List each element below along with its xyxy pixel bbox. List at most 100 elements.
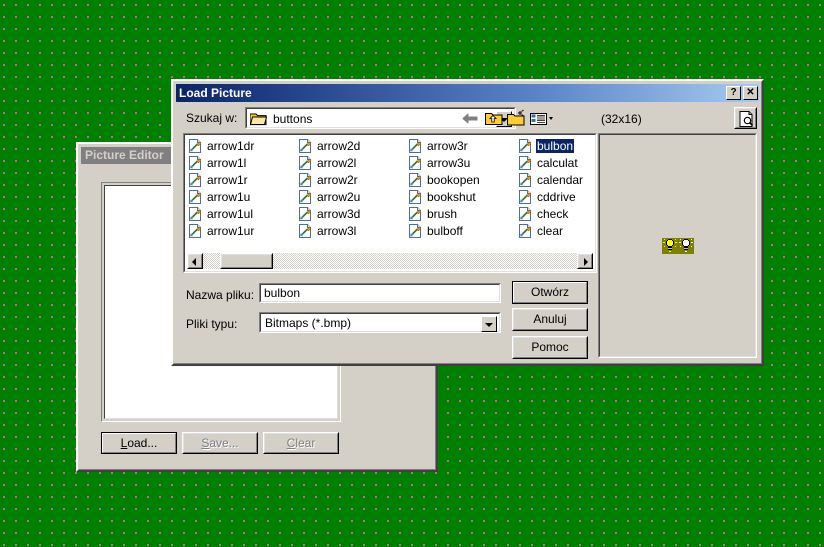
help-button[interactable]: Pomoc bbox=[512, 336, 588, 359]
file-name-label: arrow1l bbox=[207, 155, 247, 170]
file-list-item[interactable]: bookopen bbox=[407, 171, 517, 188]
bitmap-file-icon bbox=[189, 223, 202, 238]
file-list-item-selected[interactable]: bulbon bbox=[517, 137, 595, 154]
bitmap-file-icon bbox=[299, 138, 312, 153]
bitmap-file-icon bbox=[189, 155, 202, 170]
image-preview-pane bbox=[598, 133, 757, 358]
preview-document-icon[interactable] bbox=[734, 107, 757, 129]
load-button[interactable]: Load... bbox=[101, 432, 177, 454]
clear-button-label: Clear bbox=[286, 436, 316, 450]
scroll-left-icon[interactable] bbox=[187, 253, 203, 269]
bitmap-file-icon bbox=[519, 189, 532, 204]
bitmap-file-icon bbox=[299, 172, 312, 187]
dialog-frame: Load Picture ? ✕ Szukaj w: buttons (32x1… bbox=[173, 81, 762, 364]
filename-value: bulbon bbox=[264, 286, 301, 300]
file-list-item[interactable]: arrow3u bbox=[407, 154, 517, 171]
file-name-label: bulbon bbox=[536, 138, 575, 153]
close-icon[interactable]: ✕ bbox=[743, 86, 758, 100]
file-list[interactable]: arrow1dr arrow1l arrow1r arrow1u arrow1ul arr… bbox=[183, 133, 597, 273]
lookin-label: Szukaj w: bbox=[186, 111, 238, 125]
file-list-item[interactable]: brush bbox=[407, 205, 517, 222]
file-name-label: arrow2u bbox=[317, 189, 361, 204]
file-list-item[interactable]: arrow1u bbox=[187, 188, 297, 205]
cancel-button[interactable]: Anuluj bbox=[512, 308, 588, 331]
file-list-item[interactable]: arrow1dr bbox=[187, 137, 297, 154]
file-list-item[interactable]: arrow3l bbox=[297, 222, 407, 239]
file-list-item[interactable]: arrow2l bbox=[297, 154, 407, 171]
views-icon[interactable] bbox=[528, 108, 558, 129]
file-list-item[interactable]: arrow3r bbox=[407, 137, 517, 154]
file-list-item[interactable]: clear bbox=[517, 222, 595, 239]
scrollbar-thumb[interactable] bbox=[220, 253, 273, 269]
file-list-item[interactable]: arrow2u bbox=[297, 188, 407, 205]
combobox-inner: Bitmaps (*.bmp) bbox=[260, 313, 500, 332]
file-name-label: arrow3l bbox=[317, 223, 357, 238]
file-list-item[interactable]: calculat bbox=[517, 154, 595, 171]
file-name-label: arrow2l bbox=[317, 155, 357, 170]
input-inner: bulbon bbox=[260, 284, 500, 302]
bitmap-file-icon bbox=[189, 206, 202, 221]
preview-inner bbox=[599, 134, 756, 357]
bitmap-file-icon bbox=[409, 172, 422, 187]
bitmap-file-icon bbox=[409, 138, 422, 153]
file-list-item[interactable]: arrow2d bbox=[297, 137, 407, 154]
bitmap-file-icon bbox=[299, 189, 312, 204]
filename-input[interactable]: bulbon bbox=[259, 283, 501, 303]
filetype-combobox[interactable]: Bitmaps (*.bmp) bbox=[259, 312, 501, 333]
file-list-item[interactable]: calendar bbox=[517, 171, 595, 188]
file-name-label: bookshut bbox=[427, 189, 476, 204]
file-list-inner: arrow1dr arrow1l arrow1r arrow1u arrow1ul arr… bbox=[184, 134, 596, 272]
bitmap-file-icon bbox=[409, 223, 422, 238]
help-titlebar-button[interactable]: ? bbox=[726, 86, 741, 100]
lookin-value: buttons bbox=[273, 112, 313, 126]
file-name-label: arrow1r bbox=[207, 172, 248, 187]
file-list-item[interactable]: cddrive bbox=[517, 188, 595, 205]
arrow-right-glyph bbox=[584, 258, 588, 266]
file-list-item[interactable]: arrow1l bbox=[187, 154, 297, 171]
horizontal-scrollbar[interactable] bbox=[187, 253, 593, 269]
load-picture-dialog[interactable]: Load Picture ? ✕ Szukaj w: buttons (32x1… bbox=[171, 79, 764, 366]
file-name-label: arrow1dr bbox=[207, 138, 255, 153]
load-button-label: Load... bbox=[120, 436, 158, 450]
file-name-label: calendar bbox=[537, 172, 584, 187]
file-name-label: arrow3r bbox=[427, 138, 468, 153]
bitmap-file-icon bbox=[409, 155, 422, 170]
file-name-label: arrow3d bbox=[317, 206, 361, 221]
open-button[interactable]: Otwórz bbox=[512, 281, 588, 304]
file-list-item[interactable]: arrow2r bbox=[297, 171, 407, 188]
bitmap-file-icon bbox=[299, 155, 312, 170]
file-list-item[interactable]: arrow1r bbox=[187, 171, 297, 188]
cancel-button-label: Anuluj bbox=[533, 312, 567, 326]
file-name-label: brush bbox=[427, 206, 458, 221]
file-name-label: clear bbox=[537, 223, 564, 238]
file-list-item[interactable]: bulboff bbox=[407, 222, 517, 239]
dialog-titlebar[interactable]: Load Picture ? ✕ bbox=[176, 84, 759, 102]
filetype-label: Pliki typu: bbox=[186, 317, 238, 331]
bitmap-file-icon bbox=[189, 138, 202, 153]
up-one-level-icon[interactable] bbox=[483, 108, 505, 129]
chevron-down-icon[interactable] bbox=[481, 316, 497, 332]
file-list-item[interactable]: bookshut bbox=[407, 188, 517, 205]
file-list-items: arrow1dr arrow1l arrow1r arrow1u arrow1ul arr… bbox=[187, 137, 593, 252]
clear-button: Clear bbox=[263, 432, 339, 454]
bitmap-file-icon bbox=[409, 189, 422, 204]
back-icon[interactable] bbox=[460, 108, 482, 129]
scroll-right-icon[interactable] bbox=[577, 253, 593, 269]
file-list-item[interactable]: arrow1ur bbox=[187, 222, 297, 239]
file-name-label: bulboff bbox=[427, 223, 463, 238]
bitmap-file-icon bbox=[519, 138, 532, 153]
save-button: Save... bbox=[182, 432, 258, 454]
file-name-label: arrow1ur bbox=[207, 223, 255, 238]
file-list-item[interactable]: arrow3d bbox=[297, 205, 407, 222]
file-list-item[interactable]: arrow1ul bbox=[187, 205, 297, 222]
file-list-item[interactable]: check bbox=[517, 205, 595, 222]
folder-icon bbox=[250, 113, 267, 126]
dialog-title: Load Picture bbox=[179, 86, 252, 100]
bitmap-file-icon bbox=[409, 206, 422, 221]
new-folder-icon[interactable] bbox=[505, 108, 527, 129]
help-button-label: Pomoc bbox=[531, 340, 569, 354]
bitmap-file-icon bbox=[519, 172, 532, 187]
button-bevel bbox=[221, 254, 272, 268]
bitmap-file-icon bbox=[299, 223, 312, 238]
bitmap-file-icon bbox=[299, 206, 312, 221]
